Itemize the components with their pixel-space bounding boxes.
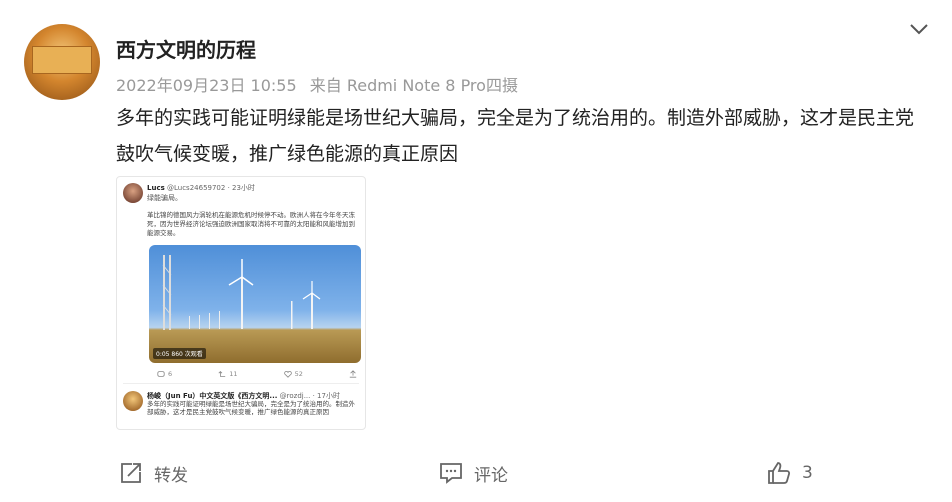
video-views: 860 次观看 [171,351,203,358]
repost-button[interactable]: 转发 [118,460,188,486]
tweet-handle: @Lucs24659702 · 23小时 [167,184,255,192]
tweet-avatar [123,183,143,203]
avatar-banner [32,46,92,74]
reply-handle: @rozdj... · 17小时 [279,392,340,400]
wind-turbines-image [162,255,321,330]
reply-avatar [123,391,143,411]
embedded-screenshot[interactable]: Lucs @Lucs24659702 · 23小时 绿能骗局。 革比锦的德国风力… [116,176,366,430]
tweet-likes: 52 [283,370,303,378]
username[interactable]: 西方文明的历程 [116,34,256,63]
tweet-replies: 6 [157,370,172,378]
comment-button[interactable]: 评论 [438,460,508,486]
tweet-share [349,370,357,378]
tweet-retweets: 11 [218,370,238,378]
video-duration: 0:05 [156,351,170,358]
tweet-reply-count: 6 [168,370,173,378]
comment-label: 评论 [474,465,508,486]
like-count: 3 [802,463,813,483]
tweet-body: 革比锦的德国风力涡轮机在能源危机时候停不动。欧洲人将在今年冬天冻死，因为世界经济… [147,211,355,237]
share-icon [349,370,357,378]
repost-label: 转发 [154,465,188,486]
comment-icon [440,463,462,484]
tweet-header: Lucs @Lucs24659702 · 23小时 [147,183,255,193]
chevron-down-icon[interactable] [908,18,930,40]
tweet-retweet-count: 11 [229,370,238,378]
tweet-divider [123,383,359,384]
tweet-author: Lucs [147,184,165,192]
post-timestamp[interactable]: 2022年09月23日 10:55 [116,76,297,95]
tweet-like-count: 52 [294,370,303,378]
heart-icon [283,371,292,378]
video-time-badge: 0:05 860 次观看 [153,348,206,359]
post-text: 多年的实践可能证明绿能是场世纪大骗局，完全是为了统治用的。制造外部威胁，这才是民… [116,107,915,165]
reply-author: 杨峻（Jun Fu）中文英文版《西方文明... [147,392,278,400]
like-button[interactable]: 3 [766,460,813,486]
tweet-stats: 6 11 52 [157,370,357,378]
tweet-video: 0:05 860 次观看 [149,245,361,363]
retweet-icon [218,371,226,377]
user-avatar[interactable] [24,24,100,100]
repost-icon [121,463,141,483]
thumbs-up-icon [768,462,791,484]
post-meta: 2022年09月23日 10:55 来自 Redmi Note 8 Pro四摄 [116,72,526,96]
reply-body: 多年的实践可能证明绿能是场世纪大骗局，完全是为了统治用的。制造外部威胁，这才是民… [147,400,355,416]
reply-icon [157,371,165,377]
post-source: 来自 Redmi Note 8 Pro四摄 [309,76,518,95]
tweet-subtitle: 绿能骗局。 [147,194,182,202]
